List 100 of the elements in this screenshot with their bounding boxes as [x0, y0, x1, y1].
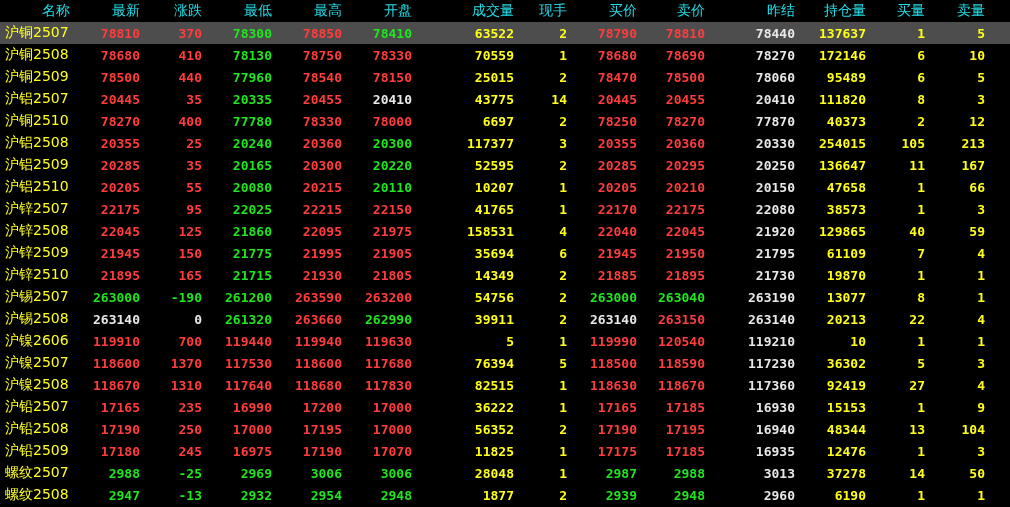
table-cell-text: 1 — [558, 465, 567, 481]
table-cell-text: 5 — [505, 333, 514, 349]
table-cell-text: 16975 — [231, 443, 272, 459]
contract-name[interactable]: 沪铝2510 — [0, 178, 70, 196]
table-cell-text: 78680 — [596, 47, 637, 63]
table-cell-text: 22040 — [596, 223, 637, 239]
table-cell-text: 1 — [976, 267, 985, 283]
column-header[interactable]: 成交量 — [412, 2, 514, 20]
table-cell-text: 95489 — [825, 69, 866, 85]
contract-name[interactable]: 沪铅2507 — [0, 398, 70, 416]
table-cell-text: 261320 — [224, 311, 272, 327]
table-cell-text: 78810 — [99, 25, 140, 41]
table-cell-text: 263000 — [589, 289, 637, 305]
contract-name[interactable]: 沪镍2606 — [0, 332, 70, 350]
contract-name[interactable]: 沪锌2509 — [0, 244, 70, 262]
table-cell-text: 22175 — [664, 201, 705, 217]
column-header[interactable]: 卖量 — [925, 2, 985, 20]
table-cell-text: 400 — [177, 113, 202, 129]
table-cell-text: 1 — [558, 47, 567, 63]
contract-name[interactable]: 沪镍2507 — [0, 354, 70, 372]
column-header[interactable]: 买量 — [866, 2, 925, 20]
table-cell-text: 137637 — [818, 25, 866, 41]
contract-name[interactable]: 沪锡2507 — [0, 288, 70, 306]
table-cell-text: 263140 — [589, 311, 637, 327]
table-cell-text: 20285 — [596, 157, 637, 173]
column-header[interactable]: 涨跌 — [140, 2, 202, 20]
table-cell-text: 19870 — [825, 267, 866, 283]
table-cell-text: 0 — [193, 311, 202, 327]
table-cell-text: 4 — [976, 311, 985, 327]
contract-name[interactable]: 沪铅2509 — [0, 442, 70, 460]
contract-name[interactable]: 沪锌2508 — [0, 222, 70, 240]
table-cell-text: 2 — [558, 289, 567, 305]
column-header[interactable]: 买价 — [567, 2, 637, 20]
table-cell-text: 22095 — [301, 223, 342, 239]
table-cell-text: 2969 — [239, 465, 272, 481]
table-cell-text: 2 — [558, 311, 567, 327]
contract-name[interactable]: 沪铝2508 — [0, 134, 70, 152]
contract-name[interactable]: 沪锌2510 — [0, 266, 70, 284]
table-cell-text: 263190 — [747, 289, 795, 305]
table-cell-text: 17190 — [596, 421, 637, 437]
table-cell-text: 22175 — [99, 201, 140, 217]
column-header[interactable]: 最低 — [202, 2, 272, 20]
table-cell-text: 7 — [916, 245, 925, 261]
table-cell-text: 78270 — [754, 47, 795, 63]
contract-name[interactable]: 沪铅2508 — [0, 420, 70, 438]
table-cell-text: 117640 — [224, 377, 272, 393]
table-cell-text: 17165 — [596, 399, 637, 415]
table-cell-text: 21730 — [754, 267, 795, 283]
table-cell-text: 263040 — [657, 289, 705, 305]
table-cell-text: 213 — [960, 135, 985, 151]
table-cell-text: 2 — [558, 25, 567, 41]
table-cell-text: 118500 — [589, 355, 637, 371]
contract-name[interactable]: 沪锌2507 — [0, 200, 70, 218]
table-cell-text: 17180 — [99, 443, 140, 459]
column-header[interactable]: 卖价 — [637, 2, 705, 20]
table-cell-text: 21860 — [231, 223, 272, 239]
table-cell-text: 20205 — [99, 179, 140, 195]
table-cell-text: 22045 — [664, 223, 705, 239]
table-cell-text: 158531 — [466, 223, 514, 239]
column-header[interactable]: 现手 — [514, 2, 567, 20]
table-cell-text: 10 — [849, 333, 866, 349]
column-header[interactable]: 开盘 — [342, 2, 412, 20]
table-cell-text: 16930 — [754, 399, 795, 415]
table-cell-text: 119940 — [294, 333, 342, 349]
table-cell-text: 129865 — [818, 223, 866, 239]
contract-name[interactable]: 沪镍2508 — [0, 376, 70, 394]
column-header[interactable]: 昨结 — [705, 2, 795, 20]
table-cell-text: 1 — [916, 25, 925, 41]
table-cell-text: 17200 — [301, 399, 342, 415]
column-header[interactable]: 名称 — [0, 2, 70, 20]
contract-name[interactable]: 沪铝2509 — [0, 156, 70, 174]
contract-name[interactable]: 沪铜2508 — [0, 46, 70, 64]
table-cell-text: 1370 — [169, 355, 202, 371]
table-cell-text: 17000 — [231, 421, 272, 437]
column-header[interactable]: 持仓量 — [795, 2, 866, 20]
table-cell-text: 47658 — [825, 179, 866, 195]
table-cell-text: 263590 — [294, 289, 342, 305]
table-cell-text: 78000 — [371, 113, 412, 129]
table-cell-text: 3 — [558, 135, 567, 151]
contract-name[interactable]: 沪铜2507 — [0, 24, 70, 42]
contract-name[interactable]: 沪铜2510 — [0, 112, 70, 130]
table-cell-text: 118670 — [92, 377, 140, 393]
table-cell-text: 78300 — [231, 25, 272, 41]
table-cell-text: 43775 — [473, 91, 514, 107]
table-cell-text: 4 — [558, 223, 567, 239]
table-cell-text: 6 — [558, 245, 567, 261]
column-header[interactable]: 最高 — [272, 2, 342, 20]
selected-row-highlight[interactable]: 沪铜2507 78810 370 78300 78850 78410 63522 2 78790 78810 78440 137637 1 5 — [0, 22, 1010, 44]
contract-name[interactable]: 螺纹2508 — [0, 486, 70, 504]
table-cell-text: 78540 — [301, 69, 342, 85]
table-cell-text: 700 — [177, 333, 202, 349]
contract-name[interactable]: 沪铜2509 — [0, 68, 70, 86]
table-cell-text: 50 — [968, 465, 985, 481]
table-cell-text: 125 — [177, 223, 202, 239]
table-cell-text: 10207 — [473, 179, 514, 195]
table-cell-text: 22 — [908, 311, 925, 327]
column-header[interactable]: 最新 — [70, 2, 140, 20]
contract-name[interactable]: 沪锡2508 — [0, 310, 70, 328]
contract-name[interactable]: 沪铝2507 — [0, 90, 70, 108]
contract-name[interactable]: 螺纹2507 — [0, 464, 70, 482]
